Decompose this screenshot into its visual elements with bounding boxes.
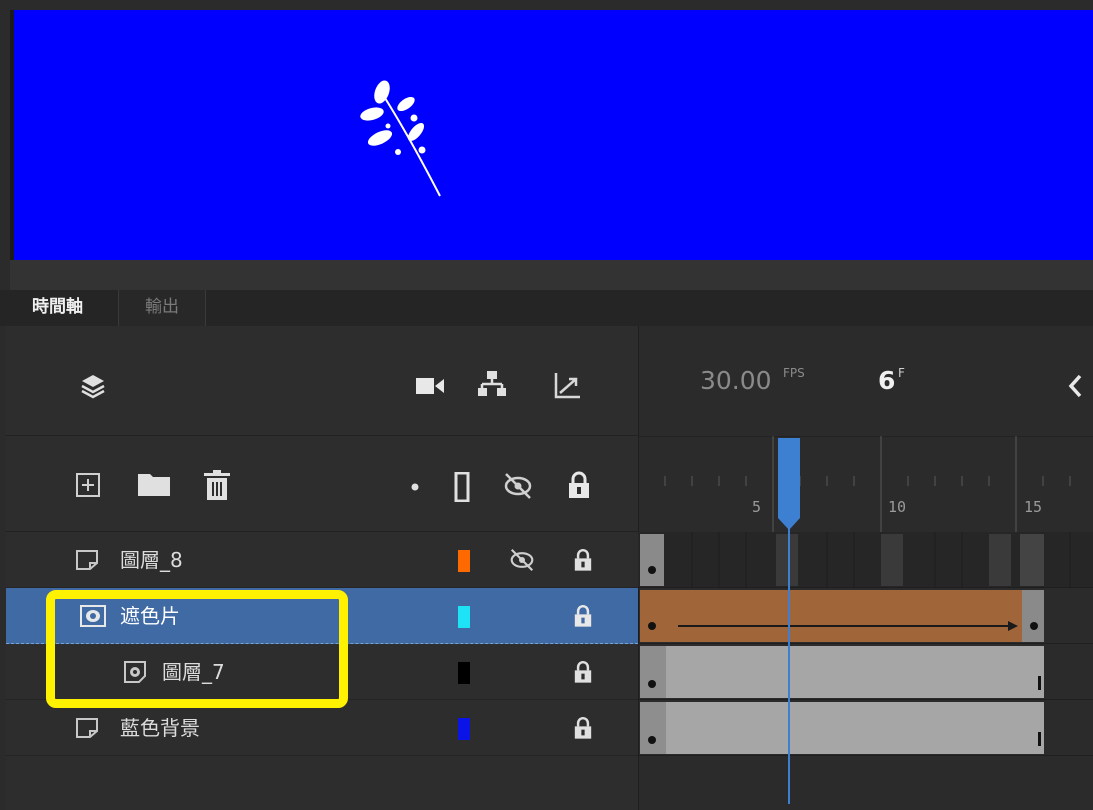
frame-cells[interactable] [638, 532, 1093, 588]
outline-toggle-icon[interactable] [454, 472, 470, 502]
frame-span[interactable] [638, 700, 1093, 756]
frame-row[interactable] [638, 644, 1093, 700]
lock-icon[interactable] [574, 716, 592, 740]
layer-icon [76, 718, 98, 738]
hide-all-eye-icon[interactable] [502, 472, 534, 500]
trash-icon[interactable] [204, 470, 230, 500]
ruler-label: 10 [888, 498, 907, 516]
lock-icon[interactable] [574, 548, 592, 572]
folder-icon[interactable] [138, 474, 170, 496]
playhead[interactable] [776, 438, 802, 804]
frame-unit: F [898, 366, 905, 380]
layer-color-chip[interactable] [458, 718, 470, 740]
camera-icon[interactable] [416, 377, 444, 395]
fps-unit: FPS [783, 366, 805, 380]
highlight-box [46, 590, 348, 708]
layer-color-chip[interactable] [458, 606, 470, 628]
ruler-label: 15 [1024, 498, 1043, 516]
frame-row[interactable] [638, 532, 1093, 588]
graph-easing-icon[interactable] [554, 371, 582, 399]
chevron-left-icon[interactable] [1068, 374, 1082, 398]
motion-tween-span[interactable] [638, 588, 1093, 644]
layer-icon [76, 550, 98, 570]
tab-output[interactable]: 輸出 [118, 290, 206, 326]
frame-span[interactable] [638, 644, 1093, 700]
layer-name[interactable]: 藍色背景 [120, 700, 200, 756]
layer-color-chip[interactable] [458, 550, 470, 572]
fps-value[interactable]: 30.00 [700, 366, 772, 395]
frame-row-mask[interactable] [638, 588, 1093, 644]
lock-all-icon[interactable] [568, 471, 590, 499]
highlight-dot-icon[interactable] [410, 482, 420, 492]
branch-graphic[interactable] [350, 78, 460, 208]
current-frame-value[interactable]: 6 [878, 366, 895, 395]
frame-row[interactable] [638, 700, 1093, 756]
layer-row[interactable]: 圖層_8 [6, 532, 638, 588]
add-layer-icon[interactable] [76, 473, 100, 497]
layer-color-chip[interactable] [458, 662, 470, 684]
lock-icon[interactable] [574, 604, 592, 628]
tab-timeline[interactable]: 時間軸 [6, 290, 118, 326]
frame-ruler[interactable] [638, 436, 1093, 532]
layer-parenting-icon[interactable] [478, 370, 506, 398]
lock-icon[interactable] [574, 660, 592, 684]
layer-row[interactable]: 藍色背景 [6, 700, 638, 756]
panel-tab-bar: 時間軸 輸出 [0, 290, 1093, 326]
layers-stack-icon[interactable] [80, 373, 106, 399]
stage-pasteboard [10, 260, 1093, 290]
stage-canvas[interactable] [10, 10, 1093, 260]
layer-toolbar [6, 436, 638, 532]
layer-name[interactable]: 圖層_8 [120, 532, 183, 588]
hidden-eye-icon[interactable] [508, 548, 536, 572]
ruler-label: 5 [752, 498, 762, 516]
